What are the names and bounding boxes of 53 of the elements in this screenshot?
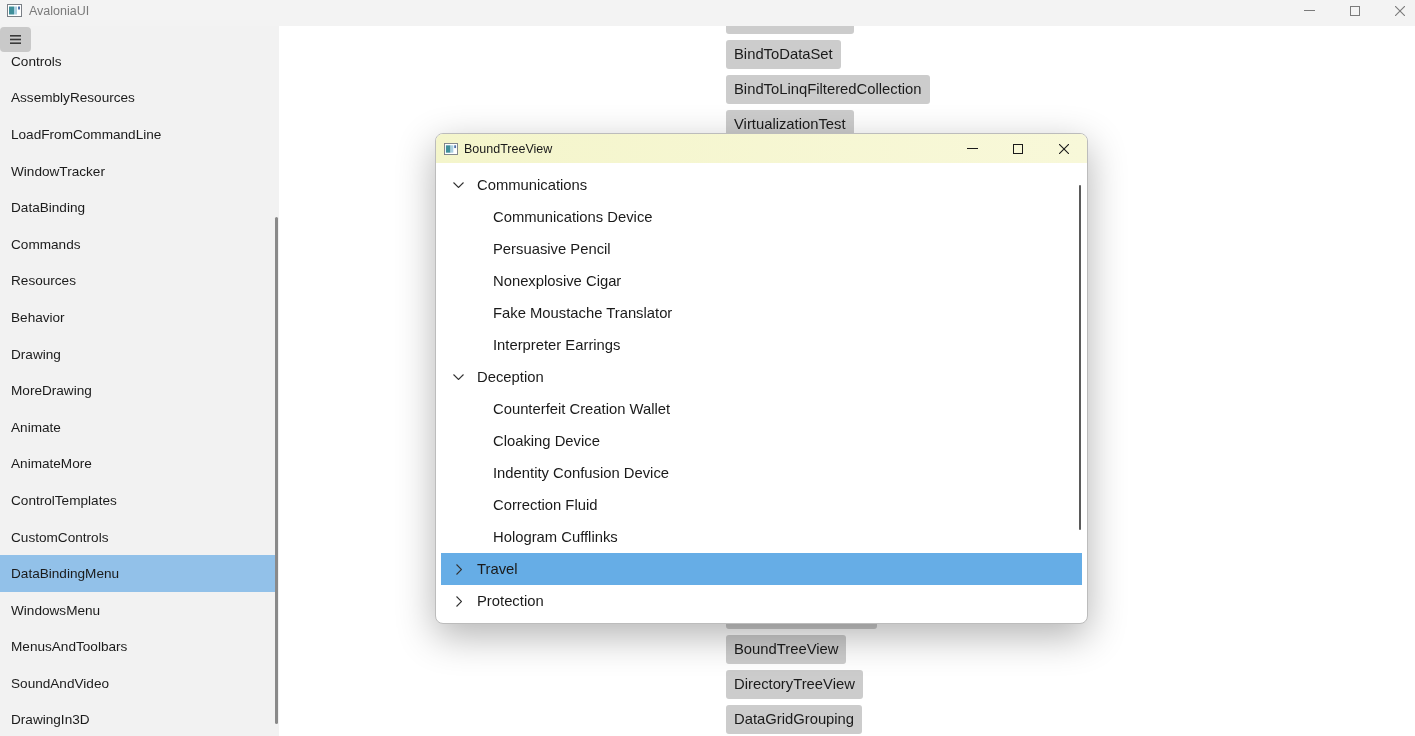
menu-icon[interactable]: [10, 35, 21, 44]
tree-item[interactable]: Hologram Cufflinks: [441, 521, 1082, 553]
sidebar-item[interactable]: Controls: [0, 43, 275, 80]
tree-item[interactable]: Correction Fluid: [441, 489, 1082, 521]
sidebar-item[interactable]: Commands: [0, 225, 275, 263]
tree-item[interactable]: Deception: [441, 361, 1082, 393]
sidebar-item[interactable]: ControlTemplates: [0, 482, 275, 519]
demo-button[interactable]: BindToDataSet: [726, 40, 841, 69]
close-icon[interactable]: [1059, 143, 1069, 154]
chevron-down-icon[interactable]: [453, 374, 464, 380]
maximize-icon[interactable]: [1013, 143, 1023, 154]
tree-item[interactable]: Fake Moustache Translator: [441, 297, 1082, 329]
chevron-right-icon[interactable]: [456, 595, 462, 607]
demo-button[interactable]: BoundTreeView: [726, 635, 847, 664]
sidebar-item[interactable]: DataBinding: [0, 189, 275, 226]
sidebar-item[interactable]: SoundAndVideo: [0, 665, 275, 702]
app-icon: [444, 142, 458, 155]
tree-item[interactable]: Interpreter Earrings: [441, 329, 1082, 361]
tree-item[interactable]: Nonexplosive Cigar: [441, 265, 1082, 297]
sidebar-item[interactable]: Drawing: [0, 335, 275, 373]
sidebar-item[interactable]: WindowsMenu: [0, 591, 275, 629]
minimize-icon[interactable]: [966, 148, 978, 149]
tree-item[interactable]: Communications Device: [441, 201, 1082, 233]
scrollbar-thumb[interactable]: [275, 217, 278, 724]
demo-button[interactable]: DirectoryTreeView: [726, 670, 863, 699]
demo-button[interactable]: BindToLinqFilteredCollection: [726, 75, 930, 104]
menu-button[interactable]: [0, 27, 31, 52]
tree-item[interactable]: Counterfeit Creation Wallet: [441, 393, 1082, 425]
sidebar-item[interactable]: WindowTracker: [0, 152, 275, 190]
sidebar-item[interactable]: Resources: [0, 262, 275, 300]
tree-item[interactable]: Cloaking Device: [441, 425, 1082, 457]
sidebar-item[interactable]: MoreDrawing: [0, 372, 275, 409]
scrollbar-thumb[interactable]: [1079, 185, 1081, 530]
sidebar-item[interactable]: Animate: [0, 408, 275, 446]
dialog-title: BoundTreeView: [464, 141, 553, 156]
app-icon: [7, 4, 22, 17]
sidebar-item[interactable]: AnimateMore: [0, 445, 275, 483]
sidebar-item[interactable]: CustomControls: [0, 518, 275, 556]
chevron-down-icon[interactable]: [453, 182, 464, 188]
sidebar-item[interactable]: AssemblyResources: [0, 79, 275, 117]
sidebar-item[interactable]: DrawingIn3D: [0, 701, 275, 736]
tree-item[interactable]: Persuasive Pencil: [441, 233, 1082, 265]
sidebar-item[interactable]: Behavior: [0, 299, 275, 336]
tree-item[interactable]: Indentity Confusion Device: [441, 457, 1082, 489]
tree-item[interactable]: Communications: [441, 169, 1082, 201]
sidebar-item[interactable]: LoadFromCommandLine: [0, 116, 275, 153]
demo-button[interactable]: DataGridGrouping: [726, 705, 863, 734]
tree-item[interactable]: Protection: [441, 585, 1082, 617]
window-title: AvaloniaUI: [29, 4, 90, 18]
sidebar-item[interactable]: MenusAndToolbars: [0, 628, 275, 666]
sidebar-item[interactable]: DataBindingMenu: [0, 555, 275, 592]
tree-item[interactable]: Travel: [441, 553, 1082, 585]
chevron-right-icon[interactable]: [456, 563, 462, 575]
